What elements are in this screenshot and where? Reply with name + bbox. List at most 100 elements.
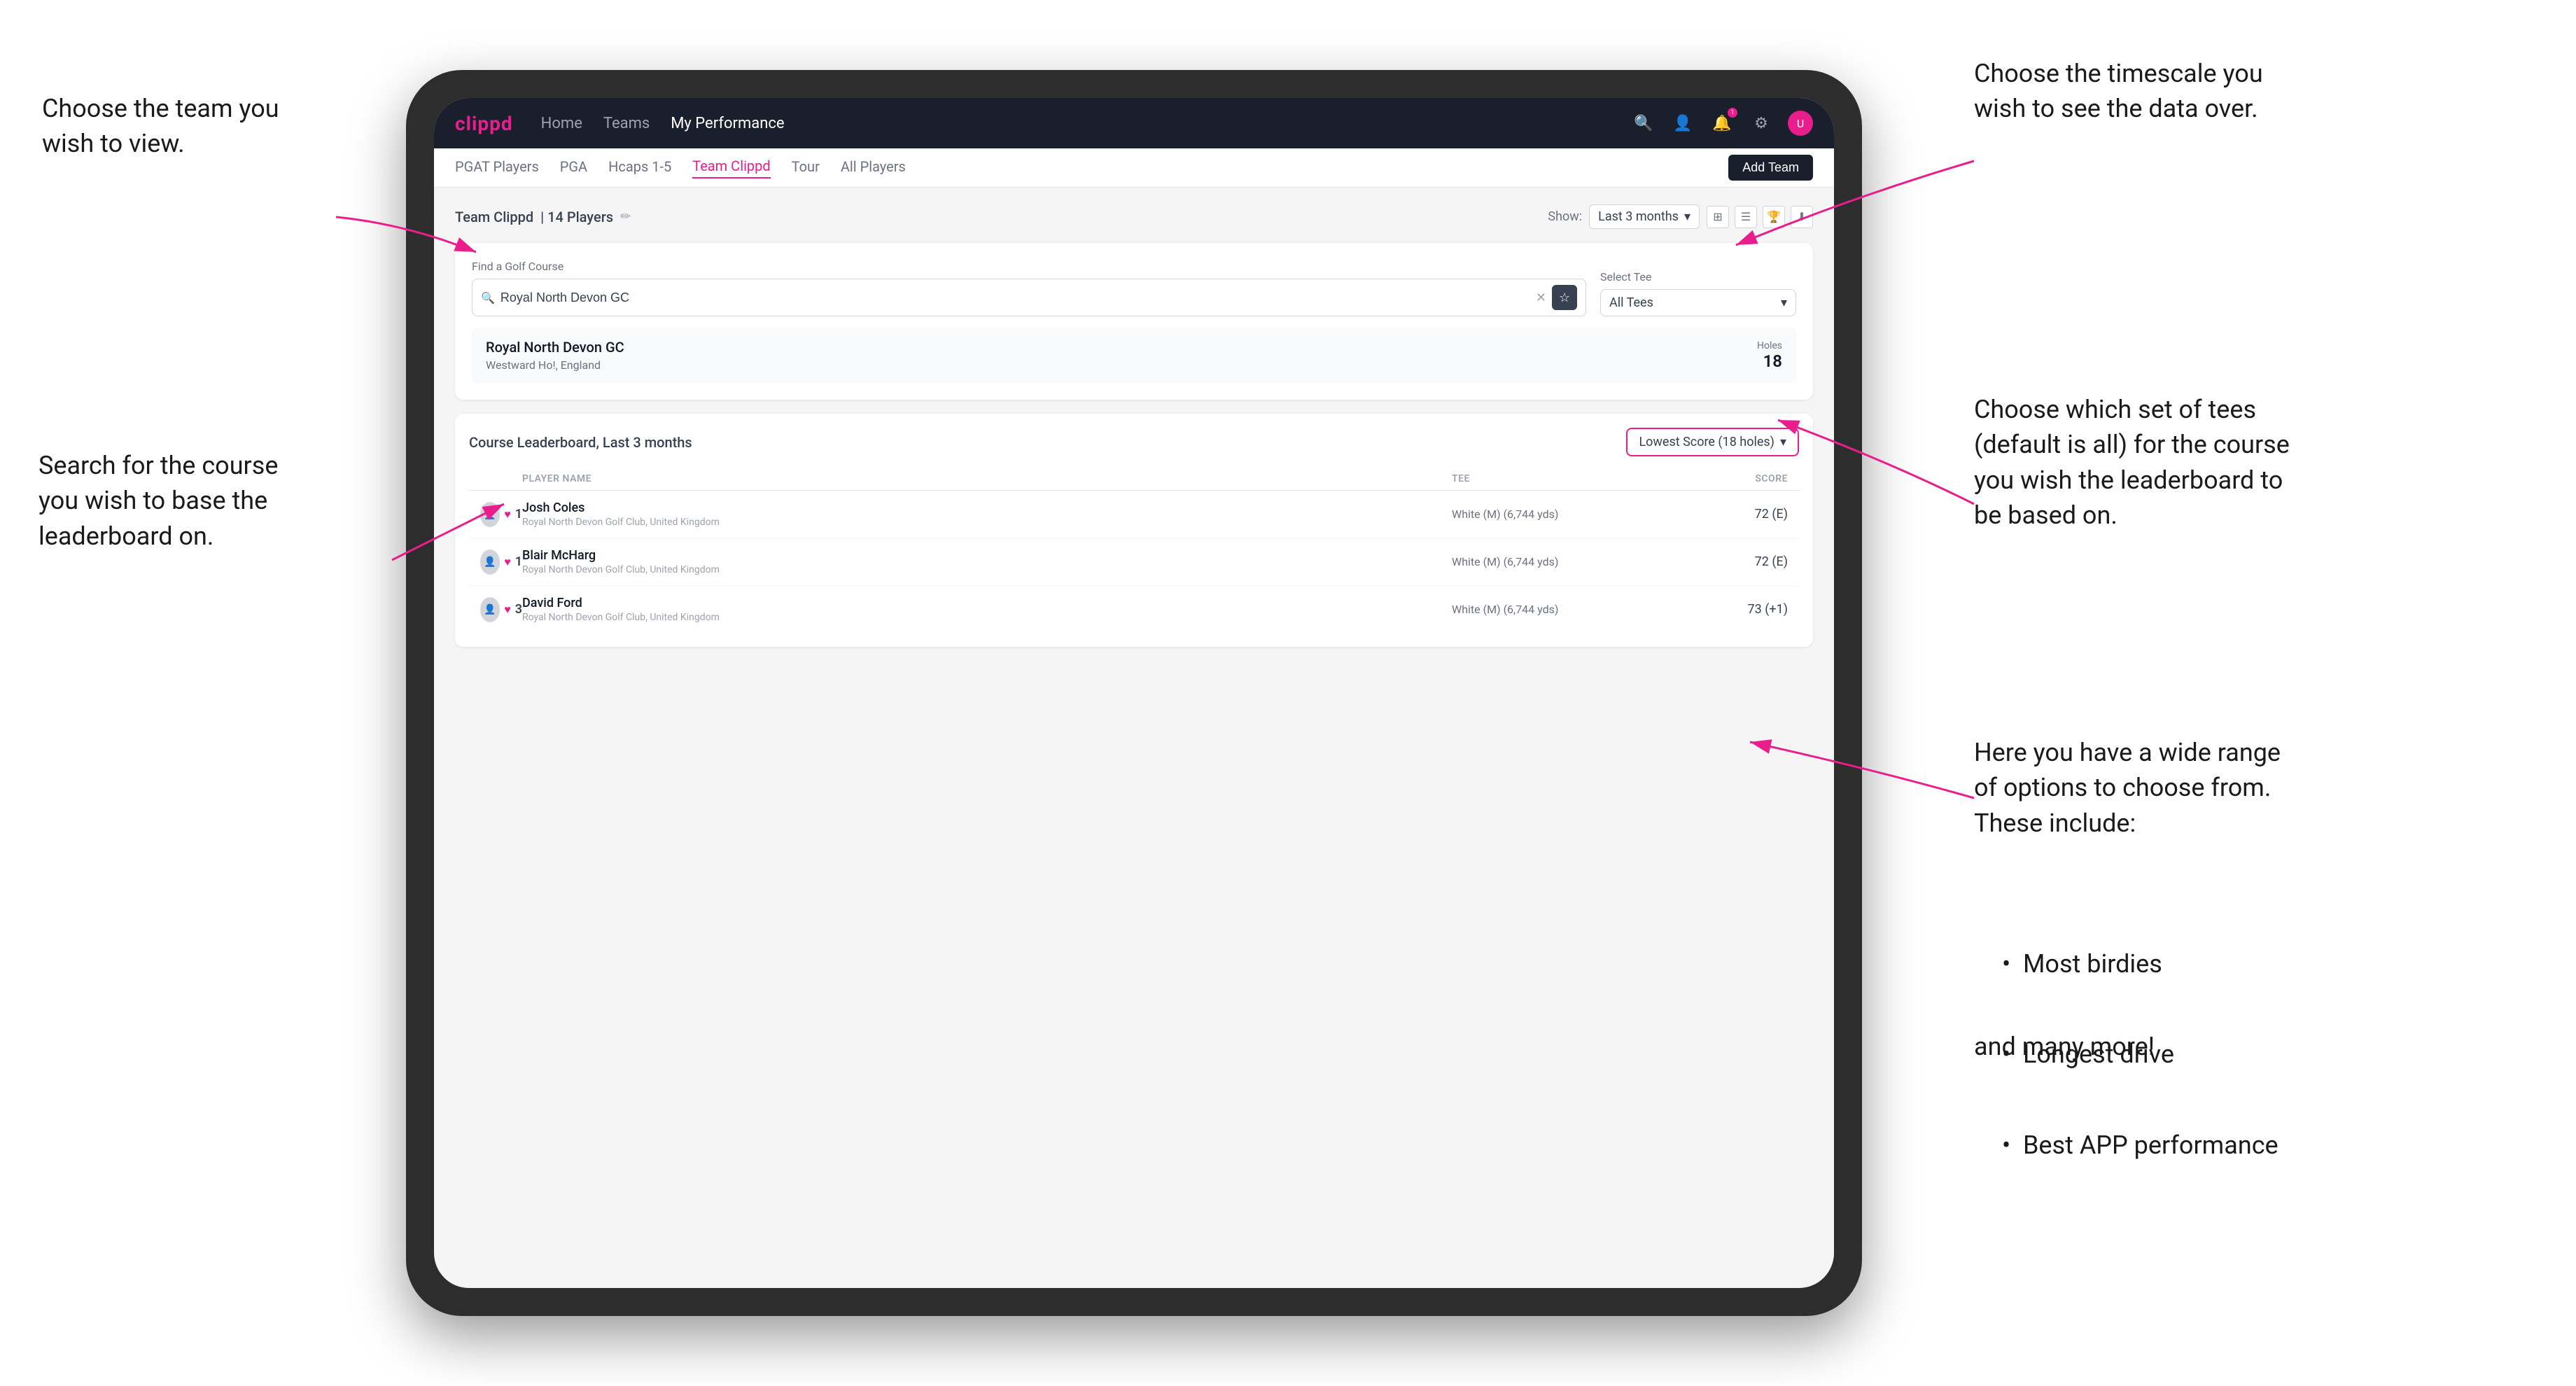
score-type-value: Lowest Score (18 holes): [1639, 435, 1774, 449]
search-icon[interactable]: 🔍: [1631, 111, 1656, 136]
avatar-1: 👤: [480, 502, 500, 527]
heart-icon-3: ♥: [504, 603, 511, 617]
table-row[interactable]: 👤 ♥ 1 Blair McHarg Royal North Devon Gol…: [469, 538, 1799, 586]
tee-cell-2: White (M) (6,744 yds): [1452, 555, 1662, 568]
course-search-input[interactable]: [500, 290, 1530, 305]
favorite-icon[interactable]: ☆: [1552, 285, 1577, 310]
col-score: SCORE: [1662, 473, 1788, 484]
heart-icon-2: ♥: [504, 555, 511, 569]
settings-icon[interactable]: ⚙: [1749, 111, 1774, 136]
score-cell-2: 72 (E): [1662, 554, 1788, 569]
profile-icon[interactable]: 👤: [1670, 111, 1695, 136]
view-icons: ⊞ ☰ 🏆 ⬇: [1707, 206, 1813, 228]
tee-cell-1: White (M) (6,744 yds): [1452, 507, 1662, 521]
subnav-tour[interactable]: Tour: [792, 158, 820, 178]
options-annotation: Here you have a wide range of options to…: [1974, 735, 2281, 841]
score-type-dropdown[interactable]: Lowest Score (18 holes) ▾: [1626, 428, 1799, 456]
nav-icons: 🔍 👤 🔔 1 ⚙ U: [1631, 111, 1813, 136]
subnav-pgat[interactable]: PGAT Players: [455, 158, 539, 178]
search-card: Find a Golf Course 🔍 ✕ ☆ Select Tee All …: [455, 243, 1813, 400]
nav-logo: clippd: [455, 112, 513, 135]
tee-dropdown[interactable]: All Tees ▾: [1600, 289, 1796, 316]
subnav-teamclippd[interactable]: Team Clippd: [692, 158, 770, 178]
nav-link-home[interactable]: Home: [541, 115, 582, 132]
find-course-label: Find a Golf Course: [472, 260, 1586, 273]
col-player: PLAYER NAME: [522, 473, 1452, 484]
leaderboard-title: Course Leaderboard, Last 3 months: [469, 434, 692, 451]
player-club-3: Royal North Devon Golf Club, United King…: [522, 612, 1452, 623]
and-more-text: and many more!: [1974, 1029, 2155, 1064]
team-count: | 14 Players: [540, 209, 613, 225]
timescale-value: Last 3 months: [1598, 209, 1679, 224]
bullet-3: • Best APP performance: [2002, 1130, 2278, 1160]
heart-icon-1: ♥: [504, 507, 511, 522]
search-row: Find a Golf Course 🔍 ✕ ☆ Select Tee All …: [472, 260, 1796, 316]
score-chevron-icon: ▾: [1780, 435, 1786, 449]
leaderboard-card: Course Leaderboard, Last 3 months Lowest…: [455, 414, 1813, 647]
grid-view-icon[interactable]: ⊞: [1707, 206, 1729, 228]
team-annotation: Choose the team you wish to view.: [42, 91, 279, 162]
user-avatar[interactable]: U: [1788, 111, 1813, 136]
player-info-2: Blair McHarg Royal North Devon Golf Club…: [522, 548, 1452, 575]
score-cell-1: 72 (E): [1662, 507, 1788, 522]
rank-cell-2: 👤 ♥ 1: [480, 550, 522, 575]
add-team-button[interactable]: Add Team: [1728, 155, 1813, 181]
rank-cell-3: 👤 ♥ 3: [480, 597, 522, 622]
course-result[interactable]: Royal North Devon GC Westward Ho!, Engla…: [472, 328, 1796, 383]
player-club-1: Royal North Devon Golf Club, United King…: [522, 517, 1452, 528]
player-name-3: David Ford: [522, 596, 1452, 610]
sub-nav: PGAT Players PGA Hcaps 1-5 Team Clippd T…: [434, 148, 1834, 188]
holes-badge: Holes 18: [1757, 340, 1782, 371]
download-icon[interactable]: ⬇: [1791, 206, 1813, 228]
team-name: Team Clippd: [455, 209, 533, 225]
bell-icon[interactable]: 🔔 1: [1709, 111, 1735, 136]
nav-link-myperformance[interactable]: My Performance: [671, 115, 784, 132]
show-label: Show:: [1548, 209, 1582, 224]
table-row[interactable]: 👤 ♥ 1 Josh Coles Royal North Devon Golf …: [469, 491, 1799, 538]
notification-badge: 1: [1728, 108, 1737, 118]
clear-search-icon[interactable]: ✕: [1536, 290, 1546, 305]
player-club-2: Royal North Devon Golf Club, United King…: [522, 564, 1452, 575]
tee-chevron-icon: ▾: [1781, 295, 1787, 310]
list-view-icon[interactable]: ☰: [1735, 206, 1757, 228]
leaderboard-header: Course Leaderboard, Last 3 months Lowest…: [469, 428, 1799, 456]
tee-label: Select Tee: [1600, 270, 1796, 284]
tee-cell-3: White (M) (6,744 yds): [1452, 603, 1662, 616]
table-row[interactable]: 👤 ♥ 3 David Ford Royal North Devon Golf …: [469, 586, 1799, 633]
search-icon: 🔍: [481, 291, 495, 304]
player-info-1: Josh Coles Royal North Devon Golf Club, …: [522, 500, 1452, 528]
course-search-field: Find a Golf Course 🔍 ✕ ☆: [472, 260, 1586, 316]
team-title-area: Team Clippd | 14 Players ✏: [455, 209, 631, 225]
tee-value: All Tees: [1609, 295, 1653, 310]
trophy-icon[interactable]: 🏆: [1763, 206, 1785, 228]
search-input-wrapper: 🔍 ✕ ☆: [472, 279, 1586, 316]
tee-annotation: Choose which set of tees (default is all…: [1974, 392, 2290, 533]
course-name: Royal North Devon GC: [486, 339, 624, 356]
avatar-3: 👤: [480, 597, 500, 622]
timescale-annotation: Choose the timescale you wish to see the…: [1974, 56, 2263, 127]
subnav-hcaps[interactable]: Hcaps 1-5: [608, 158, 671, 178]
subnav-allplayers[interactable]: All Players: [841, 158, 906, 178]
nav-link-teams[interactable]: Teams: [603, 115, 650, 132]
col-tee: TEE: [1452, 473, 1662, 484]
rank-3: 3: [515, 602, 522, 617]
search-annotation: Search for the course you wish to base t…: [38, 448, 278, 554]
bullet-1: • Most birdies: [2002, 949, 2162, 979]
tablet-screen: clippd Home Teams My Performance 🔍 👤 🔔 1…: [434, 98, 1834, 1288]
tablet-device: clippd Home Teams My Performance 🔍 👤 🔔 1…: [406, 70, 1862, 1316]
nav-links: Home Teams My Performance: [541, 115, 1603, 132]
holes-label: Holes: [1757, 340, 1782, 351]
edit-icon[interactable]: ✏: [620, 209, 631, 224]
course-location: Westward Ho!, England: [486, 358, 624, 372]
player-name-2: Blair McHarg: [522, 548, 1452, 563]
player-name-1: Josh Coles: [522, 500, 1452, 515]
team-header: Team Clippd | 14 Players ✏ Show: Last 3 …: [455, 204, 1813, 229]
main-content: Team Clippd | 14 Players ✏ Show: Last 3 …: [434, 188, 1834, 664]
table-header: PLAYER NAME TEE SCORE: [469, 468, 1799, 491]
subnav-pga[interactable]: PGA: [560, 158, 587, 178]
chevron-down-icon: ▾: [1684, 209, 1690, 224]
holes-number: 18: [1757, 351, 1782, 371]
timescale-dropdown[interactable]: Last 3 months ▾: [1589, 204, 1700, 229]
tee-select-field: Select Tee All Tees ▾: [1600, 270, 1796, 316]
rank-2: 1: [515, 554, 522, 569]
